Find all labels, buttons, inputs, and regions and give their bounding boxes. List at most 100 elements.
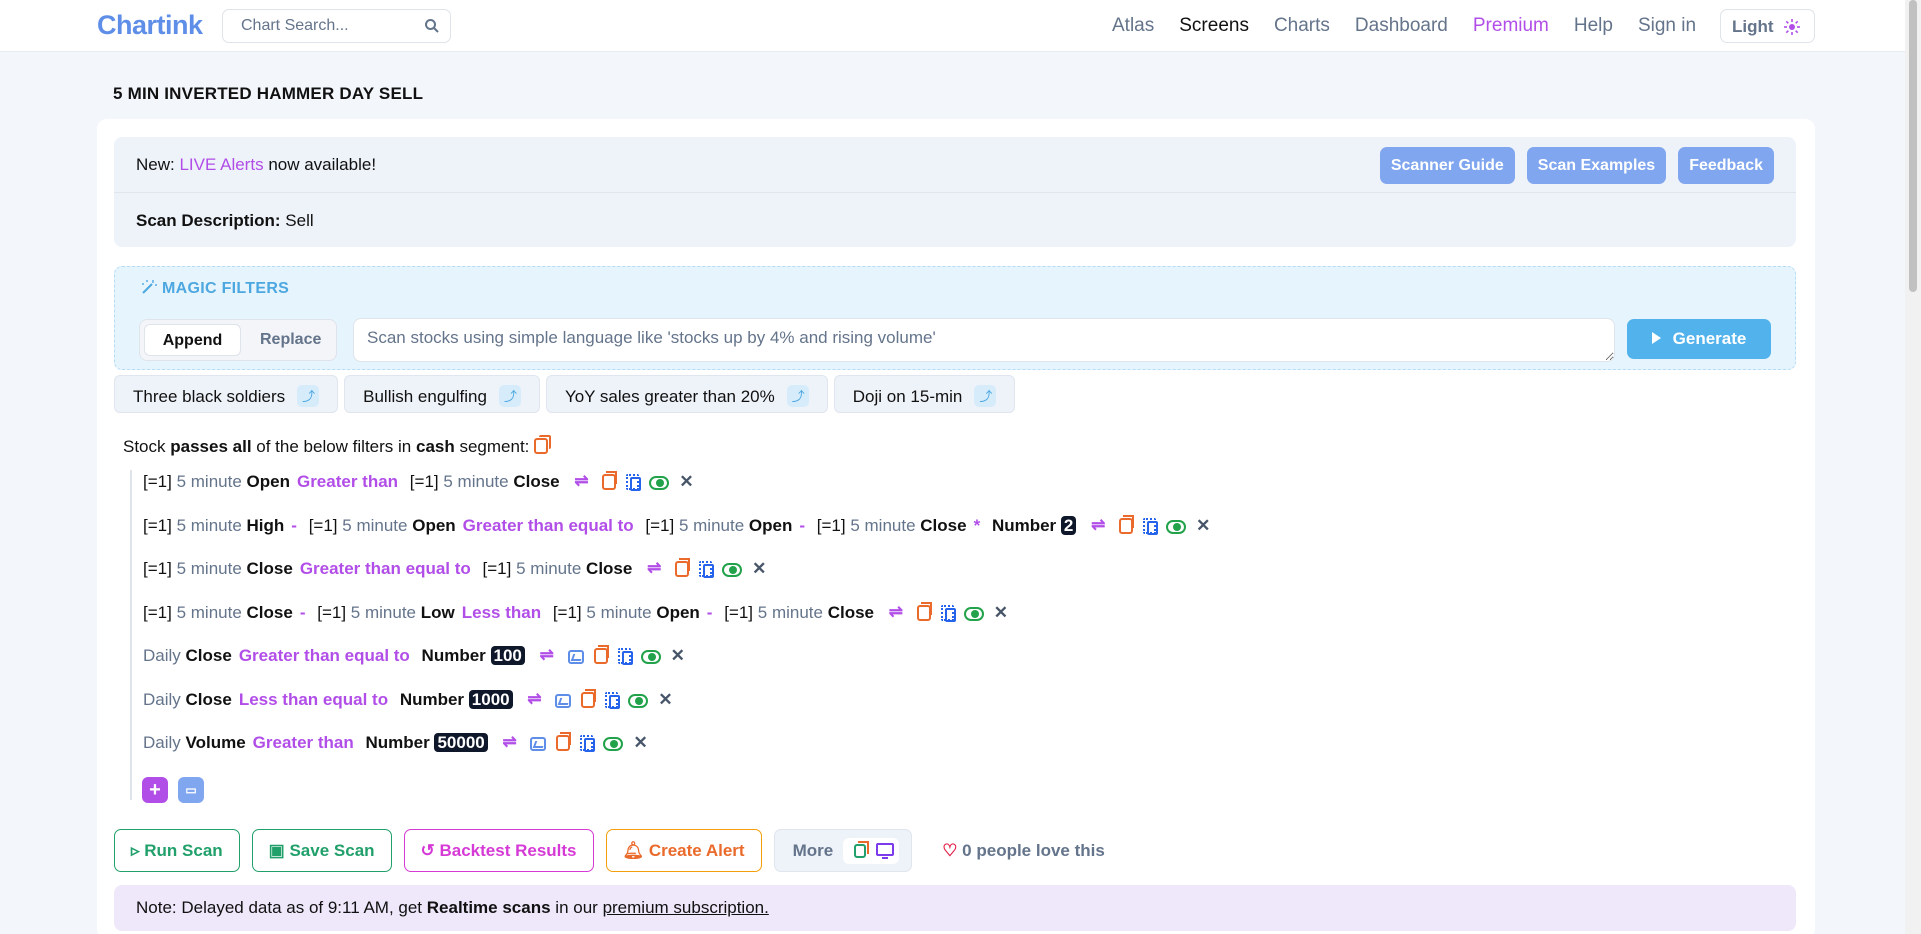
nav-link-screens[interactable]: Screens	[1179, 15, 1249, 37]
save-scan-button[interactable]: ▣ Save Scan	[251, 829, 392, 872]
offset-token[interactable]: [=1]	[143, 559, 172, 578]
timeframe-token[interactable]: 5 minute	[516, 559, 581, 578]
search-icon[interactable]	[424, 18, 440, 34]
replace-option[interactable]: Replace	[260, 331, 321, 349]
timeframe-token[interactable]: 5 minute	[342, 516, 407, 535]
adjust-icon[interactable]	[502, 732, 520, 752]
operator-token[interactable]: Greater than	[253, 733, 354, 752]
field-token[interactable]: Open	[412, 516, 455, 535]
chart-icon[interactable]	[567, 650, 584, 664]
nav-link-atlas[interactable]: Atlas	[1112, 15, 1154, 37]
desktop-icon[interactable]	[874, 841, 896, 861]
operator-token[interactable]: Less than	[462, 603, 541, 622]
operator-token[interactable]: Greater than equal to	[463, 516, 634, 535]
field-token[interactable]: Open	[247, 472, 290, 491]
operator-token[interactable]: -	[300, 603, 306, 622]
field-token[interactable]: Close	[920, 516, 966, 535]
toggle-icon[interactable]	[628, 694, 649, 708]
timeframe-token[interactable]: 5 minute	[586, 603, 651, 622]
timeframe-token[interactable]: Daily	[143, 733, 181, 752]
number-token[interactable]: Number	[366, 733, 430, 752]
copy-icon[interactable]	[534, 435, 552, 454]
chart-search-input[interactable]	[241, 17, 411, 35]
duplicate-icon[interactable]	[605, 692, 621, 709]
chart-search-box[interactable]	[222, 9, 451, 43]
suggestion-chip[interactable]: YoY sales greater than 20%	[545, 375, 828, 413]
toggle-icon[interactable]	[640, 650, 661, 664]
love-counter[interactable]: ♡ 0 people love this	[942, 841, 1105, 861]
chart-icon[interactable]	[530, 737, 547, 751]
remove-icon[interactable]: ✕	[1196, 516, 1210, 536]
field-token[interactable]: Close	[186, 690, 232, 709]
remove-icon[interactable]: ✕	[633, 733, 647, 753]
timeframe-token[interactable]: 5 minute	[177, 472, 242, 491]
live-alerts-link[interactable]: LIVE Alerts	[179, 155, 263, 174]
operator-token[interactable]: Greater than equal to	[300, 559, 471, 578]
toggle-icon[interactable]	[603, 737, 624, 751]
nav-link-dashboard[interactable]: Dashboard	[1355, 15, 1448, 37]
field-token[interactable]: Low	[421, 603, 455, 622]
duplicate-icon[interactable]	[580, 735, 596, 752]
copy-icon[interactable]	[556, 732, 572, 751]
offset-token[interactable]: [=1]	[817, 516, 846, 535]
remove-icon[interactable]: ✕	[994, 603, 1008, 623]
adjust-icon[interactable]	[540, 645, 558, 665]
remove-icon[interactable]: ✕	[658, 690, 672, 710]
field-token[interactable]: Close	[586, 559, 632, 578]
toggle-icon[interactable]	[1166, 520, 1187, 534]
toggle-icon[interactable]	[963, 607, 984, 621]
adjust-icon[interactable]	[889, 602, 907, 622]
add-group-button[interactable]: ▭	[178, 777, 204, 803]
field-token[interactable]: Open	[656, 603, 699, 622]
adjust-icon[interactable]	[1091, 515, 1109, 535]
offset-token[interactable]: [=1]	[317, 603, 346, 622]
operator-token[interactable]: -	[707, 603, 713, 622]
number-value[interactable]: 100	[490, 646, 525, 665]
more-menu[interactable]: More	[773, 829, 913, 872]
scan-examples-button[interactable]: Scan Examples	[1526, 147, 1667, 184]
offset-token[interactable]: [=1]	[645, 516, 674, 535]
offset-token[interactable]: [=1]	[143, 603, 172, 622]
suggestion-chip[interactable]: Three black soldiers	[114, 375, 339, 413]
remove-icon[interactable]: ✕	[671, 646, 685, 666]
generate-button[interactable]: Generate	[1627, 319, 1771, 359]
field-token[interactable]: High	[247, 516, 285, 535]
use-suggestion-icon[interactable]	[498, 385, 521, 407]
timeframe-token[interactable]: 5 minute	[758, 603, 823, 622]
segment-selector[interactable]: cash	[416, 437, 455, 456]
nav-link-premium[interactable]: Premium	[1473, 15, 1549, 37]
duplicate-icon[interactable]	[617, 648, 633, 665]
use-suggestion-icon[interactable]	[786, 385, 809, 407]
use-suggestion-icon[interactable]	[974, 385, 997, 407]
operator-token[interactable]: Greater than equal to	[239, 646, 410, 665]
operator-token[interactable]: *	[974, 516, 981, 535]
toggle-icon[interactable]	[722, 563, 743, 577]
scanner-guide-button[interactable]: Scanner Guide	[1379, 147, 1515, 184]
copy-icon[interactable]	[602, 471, 618, 490]
copy-icon[interactable]	[675, 558, 691, 577]
nav-link-sign-in[interactable]: Sign in	[1638, 15, 1696, 37]
number-value[interactable]: 2	[1060, 516, 1077, 535]
operator-token[interactable]: Greater than	[297, 472, 398, 491]
copy-icon[interactable]	[581, 689, 597, 708]
operator-token[interactable]: Less than equal to	[239, 690, 388, 709]
number-token[interactable]: Number	[992, 516, 1056, 535]
field-token[interactable]: Close	[247, 603, 293, 622]
timeframe-token[interactable]: 5 minute	[177, 603, 242, 622]
operator-token[interactable]: -	[799, 516, 805, 535]
field-token[interactable]: Close	[186, 646, 232, 665]
operator-token[interactable]: -	[291, 516, 297, 535]
number-value[interactable]: 50000	[434, 733, 488, 752]
chart-icon[interactable]	[555, 694, 572, 708]
offset-token[interactable]: [=1]	[410, 472, 439, 491]
remove-icon[interactable]: ✕	[752, 559, 766, 579]
add-filter-button[interactable]: +	[142, 777, 168, 803]
offset-token[interactable]: [=1]	[143, 472, 172, 491]
offset-token[interactable]: [=1]	[483, 559, 512, 578]
field-token[interactable]: Volume	[186, 733, 246, 752]
magic-query-input[interactable]	[353, 318, 1615, 362]
offset-token[interactable]: [=1]	[724, 603, 753, 622]
timeframe-token[interactable]: 5 minute	[351, 603, 416, 622]
duplicate-icon[interactable]	[626, 474, 642, 491]
timeframe-token[interactable]: 5 minute	[177, 559, 242, 578]
